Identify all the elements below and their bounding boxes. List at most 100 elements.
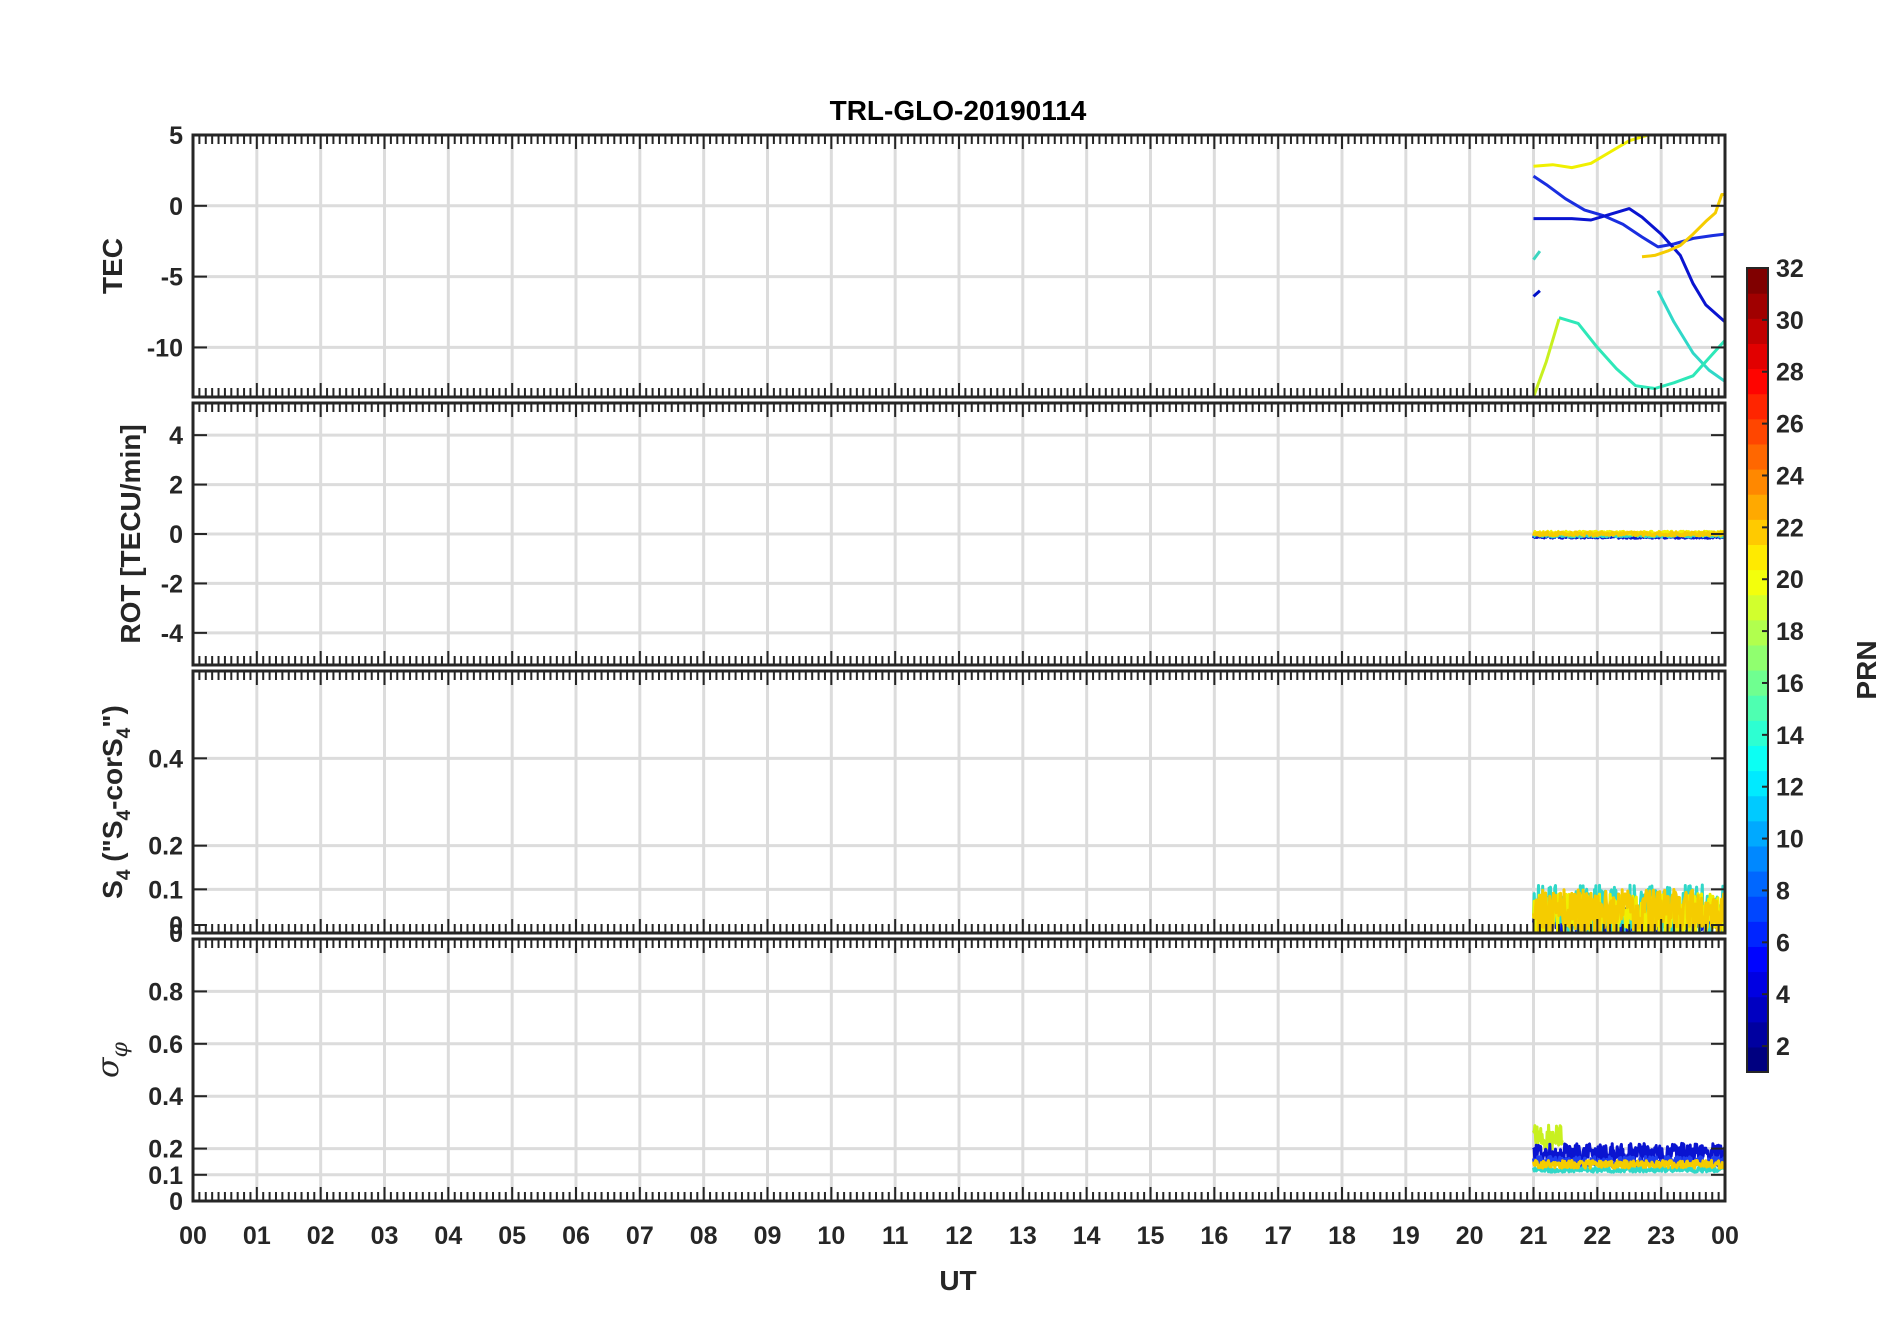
x-tick-label: 09 [754, 1222, 782, 1250]
colorbar-label: PRN [1851, 640, 1882, 699]
colorbar-tick-label: 4 [1776, 981, 1790, 1009]
x-tick-label: 01 [243, 1222, 271, 1250]
x-tick-label: 23 [1647, 1222, 1675, 1250]
y-tick-label: 0 [169, 193, 183, 221]
x-tick-label: 11 [882, 1222, 909, 1250]
colorbar-tick-label: 22 [1776, 514, 1804, 542]
y-axis-label: ROT [TECU/min] [115, 424, 146, 643]
x-tick-label: 15 [1137, 1222, 1165, 1250]
y-tick-label: 4 [169, 422, 183, 450]
colorbar-tick-label: 28 [1776, 359, 1804, 387]
colorbar-segment [1747, 1021, 1768, 1048]
y-axis-label: S4 ("S4-corS4") [97, 705, 135, 899]
colorbar-segment [1747, 770, 1768, 797]
panel-rot: 4 2 0 -2 -4 ROT [TECU/min] [115, 401, 1727, 667]
colorbar-tick-label: 24 [1776, 462, 1804, 490]
series-group [1532, 529, 1725, 540]
colorbar-segment [1747, 393, 1768, 420]
x-tick-label: 07 [626, 1222, 654, 1250]
x-tick-label: 03 [371, 1222, 399, 1250]
colorbar-segment [1747, 519, 1768, 545]
colorbar-segment [1747, 946, 1768, 973]
colorbar-segment [1747, 795, 1768, 822]
colorbar-segment [1747, 896, 1768, 922]
y-tick-label: 0.1 [148, 876, 183, 904]
colorbar-segment [1747, 820, 1768, 847]
x-tick-label: 17 [1264, 1222, 1292, 1250]
colorbar-segment [1747, 1046, 1768, 1073]
colorbar-tick-label: 18 [1776, 618, 1804, 646]
x-tick-label: 04 [434, 1222, 462, 1250]
y-tick-label: 2 [169, 472, 183, 500]
x-tick-label: 10 [817, 1222, 845, 1250]
colorbar-tick-label: 20 [1776, 566, 1804, 594]
y-tick-label: -10 [147, 334, 183, 362]
colorbar-tick-label: 2 [1776, 1033, 1790, 1061]
colorbar-tick-label: 26 [1776, 411, 1804, 439]
x-tick-label: 08 [690, 1222, 718, 1250]
y-tick-label: 0 [169, 920, 183, 948]
x-tick-label: 12 [945, 1222, 973, 1250]
x-tick-label: 16 [1200, 1222, 1228, 1250]
colorbar-segment [1747, 594, 1768, 621]
panel-tec: 5 0 -5 -10 TEC [97, 122, 1727, 399]
colorbar-tick-label: 10 [1776, 826, 1804, 854]
y-tick-label: 0.2 [148, 1136, 183, 1164]
colorbar-segment [1747, 544, 1768, 571]
panel-sigma_phi: 0.8 0.6 0.4 0.20.10 σφ [91, 937, 1727, 1216]
colorbar-segment [1747, 644, 1768, 671]
colorbar-segment [1747, 443, 1768, 470]
y-tick-label: 0.1 [148, 1162, 183, 1190]
colorbar-segment [1747, 469, 1768, 495]
colorbar-segment [1747, 996, 1768, 1023]
colorbar-segment [1747, 343, 1768, 370]
y-tick-label: 0.6 [148, 1031, 183, 1059]
colorbar-segment [1747, 695, 1768, 721]
colorbar-tick-label: 14 [1776, 722, 1804, 750]
y-tick-label: 0.4 [148, 745, 183, 773]
colorbar-segment [1747, 845, 1768, 872]
colorbar-segment [1747, 569, 1768, 596]
x-axis: 00 01 02 03 04 05 06 07 08 09 10 11 12 13 14 15 16 17 18 19… [179, 1222, 1739, 1250]
colorbar-segment [1747, 418, 1768, 445]
x-tick-label: 14 [1073, 1222, 1101, 1250]
y-tick-label: -4 [161, 620, 183, 648]
colorbar-tick-label: 6 [1776, 929, 1790, 957]
x-tick-label: 06 [562, 1222, 590, 1250]
colorbar-segment [1747, 268, 1768, 294]
colorbar: 2468101214161820222426283032PRN [1746, 255, 1882, 1073]
x-tick-label: 00 [179, 1222, 207, 1250]
x-tick-label: 05 [498, 1222, 526, 1250]
colorbar-segment [1747, 745, 1768, 772]
y-tick-label: 0 [169, 521, 183, 549]
x-tick-label: 19 [1392, 1222, 1420, 1250]
y-axis-label: TEC [97, 238, 128, 294]
y-tick-label: -5 [161, 264, 183, 292]
colorbar-segment [1747, 720, 1768, 746]
x-tick-label: 13 [1009, 1222, 1037, 1250]
x-tick-label: 21 [1520, 1222, 1548, 1250]
y-axis-label: σφ [91, 1041, 133, 1077]
y-tick-label: 0.2 [148, 833, 183, 861]
x-tick-label: 20 [1456, 1222, 1484, 1250]
chart-title: TRL-GLO-20190114 [830, 95, 1087, 126]
x-axis-label: UT [939, 1265, 976, 1296]
x-tick-label: 22 [1583, 1222, 1611, 1250]
y-tick-label: -2 [161, 570, 183, 598]
y-tick-label: 5 [169, 122, 183, 150]
colorbar-segment [1747, 619, 1768, 646]
colorbar-tick-label: 16 [1776, 670, 1804, 698]
colorbar-tick-label: 8 [1776, 877, 1790, 905]
panel-s4: 0.40.20.100S4 ("S4-corS4") [97, 669, 1727, 948]
y-tick-label: 0.8 [148, 978, 183, 1006]
panels-group: 50-5-10TEC420-2-4ROT [TECU/min]0.40.20.1… [91, 122, 1727, 1216]
colorbar-tick-label: 30 [1776, 307, 1804, 335]
x-tick-label: 00 [1711, 1222, 1739, 1250]
colorbar-segment [1747, 318, 1768, 344]
colorbar-segment [1747, 293, 1768, 319]
colorbar-tick-label: 32 [1776, 255, 1804, 283]
y-tick-label: 0 [169, 1188, 183, 1216]
colorbar-segment [1747, 494, 1768, 520]
x-tick-label: 02 [307, 1222, 335, 1250]
colorbar-segment [1747, 871, 1768, 897]
